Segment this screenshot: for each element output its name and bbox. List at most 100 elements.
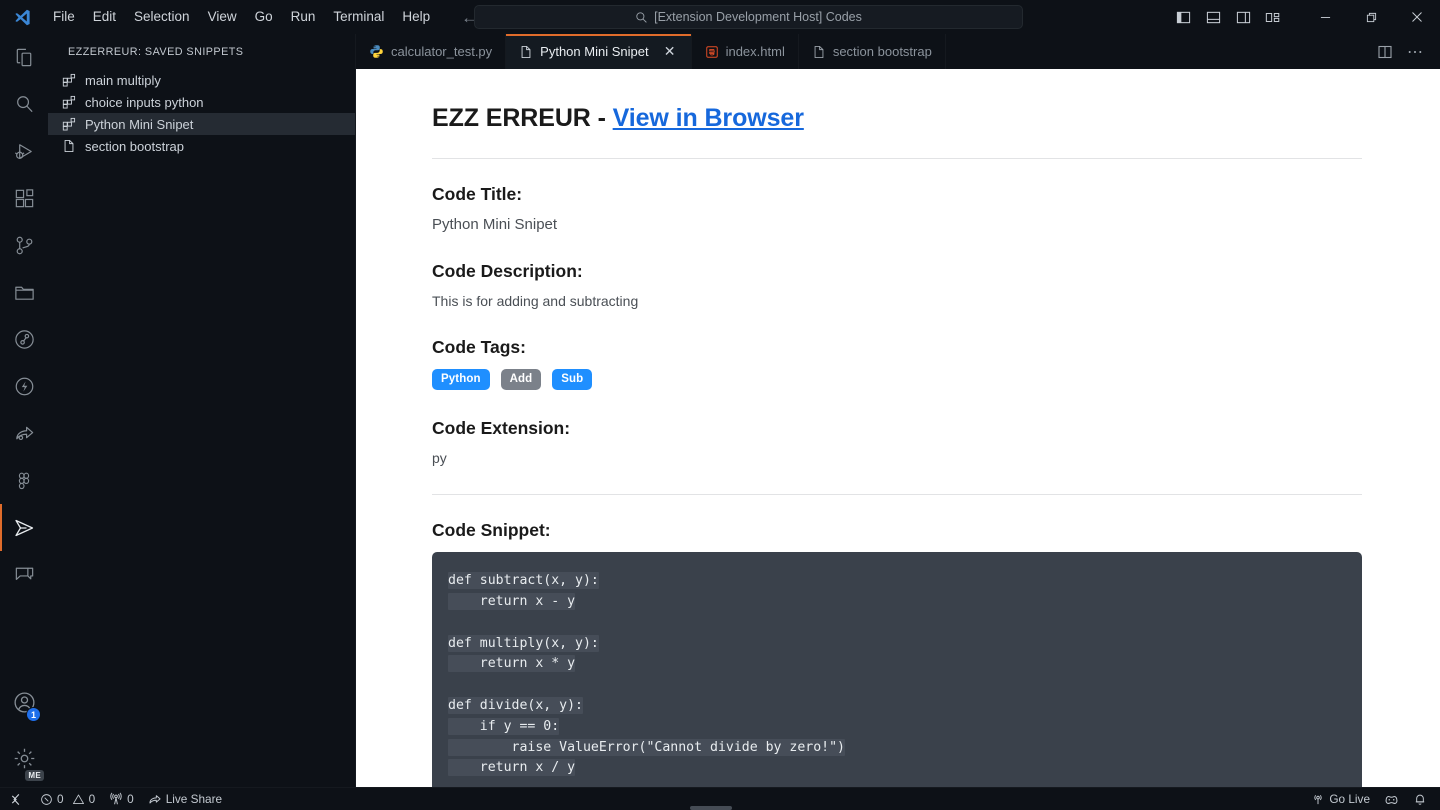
status-bar-right: Go Live: [1304, 788, 1440, 810]
status-notifications[interactable]: [1406, 788, 1440, 810]
sidebar-item-main-multiply[interactable]: main multiply: [48, 69, 355, 91]
tab-section-bootstrap[interactable]: section bootstrap: [798, 34, 946, 69]
tab-label: index.html: [725, 44, 785, 59]
activity-share[interactable]: [0, 410, 48, 457]
code-line: raise ValueError("Cannot divide by zero!…: [448, 738, 845, 756]
live-share-label: Live Share: [165, 792, 223, 806]
code-line: if y == 0:: [448, 717, 560, 735]
menu-view[interactable]: View: [199, 5, 246, 29]
go-live-label: Go Live: [1329, 792, 1370, 806]
tab-label: section bootstrap: [832, 44, 932, 59]
extensions-icon: [15, 189, 33, 208]
gear-icon: [14, 748, 34, 768]
view-in-browser-link[interactable]: View in Browser: [613, 104, 804, 132]
comment-icon: [15, 567, 33, 580]
activity-folder[interactable]: [0, 269, 48, 316]
code-extension-heading: Code Extension:: [432, 418, 571, 439]
code-tags-heading: Code Tags:: [432, 337, 526, 358]
tag-badge[interactable]: Python: [432, 369, 490, 391]
code-line: def multiply(x, y):: [448, 634, 599, 652]
menu-terminal[interactable]: Terminal: [324, 5, 393, 29]
divider-top: [432, 158, 1362, 160]
code-tags-list: Python Add Sub: [432, 369, 1362, 391]
restore-button[interactable]: [1348, 0, 1394, 34]
menu-help[interactable]: Help: [393, 5, 439, 29]
files-icon: [16, 48, 31, 67]
vscode-window: File Edit Selection View Go Run Terminal…: [0, 0, 1440, 810]
status-go-live[interactable]: Go Live: [1304, 788, 1377, 810]
activity-explorer[interactable]: [0, 34, 48, 81]
remote-window-icon[interactable]: [0, 788, 33, 810]
menu-edit[interactable]: Edit: [84, 5, 125, 29]
tag-badge[interactable]: Sub: [552, 369, 593, 391]
vscode-logo-icon: [0, 8, 44, 27]
activity-search[interactable]: [0, 81, 48, 128]
radio-tower-icon: [110, 792, 122, 805]
activity-thunder-client[interactable]: [0, 363, 48, 410]
smiley-icon: [1385, 795, 1398, 804]
thunder-icon: [15, 377, 33, 396]
broadcast-icon: [1314, 794, 1323, 805]
menu-selection[interactable]: Selection: [125, 5, 199, 29]
activity-source-control[interactable]: [0, 222, 48, 269]
more-actions-icon[interactable]: ⋯: [1402, 39, 1428, 65]
menu-file[interactable]: File: [44, 5, 84, 29]
warning-icon: [72, 794, 84, 804]
editor-actions: ⋯: [1372, 34, 1440, 69]
customize-layout-icon[interactable]: [1258, 0, 1288, 34]
status-feedback[interactable]: [1377, 788, 1406, 810]
search-icon: [16, 96, 33, 113]
code-title-value: Python Mini Snipet: [432, 216, 558, 234]
activity-run-and-debug[interactable]: [0, 128, 48, 175]
activity-extensions[interactable]: [0, 175, 48, 222]
code-snippet-text: def subtract(x, y): return x - y def mul…: [448, 571, 1346, 779]
activity-git-graph[interactable]: [0, 316, 48, 363]
snippet-icon: [60, 117, 77, 131]
menu-run[interactable]: Run: [282, 5, 325, 29]
activity-bar: 1 ME: [0, 34, 48, 787]
tab-index-html[interactable]: index.html: [691, 34, 799, 69]
activity-account[interactable]: 1: [0, 675, 48, 729]
activity-settings[interactable]: ME: [0, 729, 48, 787]
status-ports[interactable]: 0: [102, 788, 141, 810]
page-title-prefix: EZZ ERREUR -: [432, 104, 613, 132]
code-snippet-block: def subtract(x, y): return x - y def mul…: [432, 552, 1362, 787]
command-center-search[interactable]: [Extension Development Host] Codes: [474, 5, 1023, 29]
activity-comments[interactable]: [0, 551, 48, 598]
tab-calculator-test-py[interactable]: calculator_test.py: [356, 34, 507, 69]
ports-count: 0: [127, 792, 134, 806]
status-live-share[interactable]: Live Share: [141, 788, 229, 810]
editor-area: calculator_test.py Python Mini Snipet ✕: [356, 34, 1440, 787]
file-icon: [60, 139, 77, 153]
toggle-panel-icon[interactable]: [1198, 0, 1228, 34]
tab-close-icon[interactable]: ✕: [662, 43, 678, 60]
menu-go[interactable]: Go: [246, 5, 282, 29]
code-extension-value: py: [432, 450, 447, 467]
activity-figma[interactable]: [0, 457, 48, 504]
code-line: return x - y: [448, 593, 576, 611]
toggle-secondary-sidebar-icon[interactable]: [1228, 0, 1258, 34]
webview-content: EZZ ERREUR - View in Browser Code Title:…: [356, 69, 1440, 787]
debug-icon: [14, 144, 32, 159]
figma-icon: [18, 472, 30, 489]
page-title: EZZ ERREUR - View in Browser: [432, 103, 1362, 134]
live-share-icon: [149, 795, 161, 804]
toggle-primary-sidebar-icon[interactable]: [1168, 0, 1198, 34]
tab-label: Python Mini Snipet: [540, 44, 649, 59]
tag-badge[interactable]: Add: [500, 369, 542, 391]
minimize-button[interactable]: [1302, 0, 1348, 34]
code-line: return x / y: [448, 759, 576, 777]
split-editor-right-icon[interactable]: [1372, 39, 1398, 65]
status-problems[interactable]: 0 0: [33, 788, 102, 810]
activity-ezzerreur-snippets[interactable]: [0, 504, 48, 551]
snippet-preview-webview: EZZ ERREUR - View in Browser Code Title:…: [356, 69, 1440, 787]
close-button[interactable]: [1394, 0, 1440, 34]
workbench-body: 1 ME EZZERREUR: SAVED SNIPPETS main mult…: [0, 34, 1440, 787]
sidebar-item-choice-inputs-python[interactable]: choice inputs python: [48, 91, 355, 113]
sidebar-item-section-bootstrap[interactable]: section bootstrap: [48, 135, 355, 157]
settings-badge: ME: [25, 770, 44, 781]
tab-python-mini-snipet[interactable]: Python Mini Snipet ✕: [506, 34, 692, 69]
search-icon: [636, 11, 647, 23]
sidebar-item-python-mini-snipet[interactable]: Python Mini Snipet: [48, 113, 355, 135]
